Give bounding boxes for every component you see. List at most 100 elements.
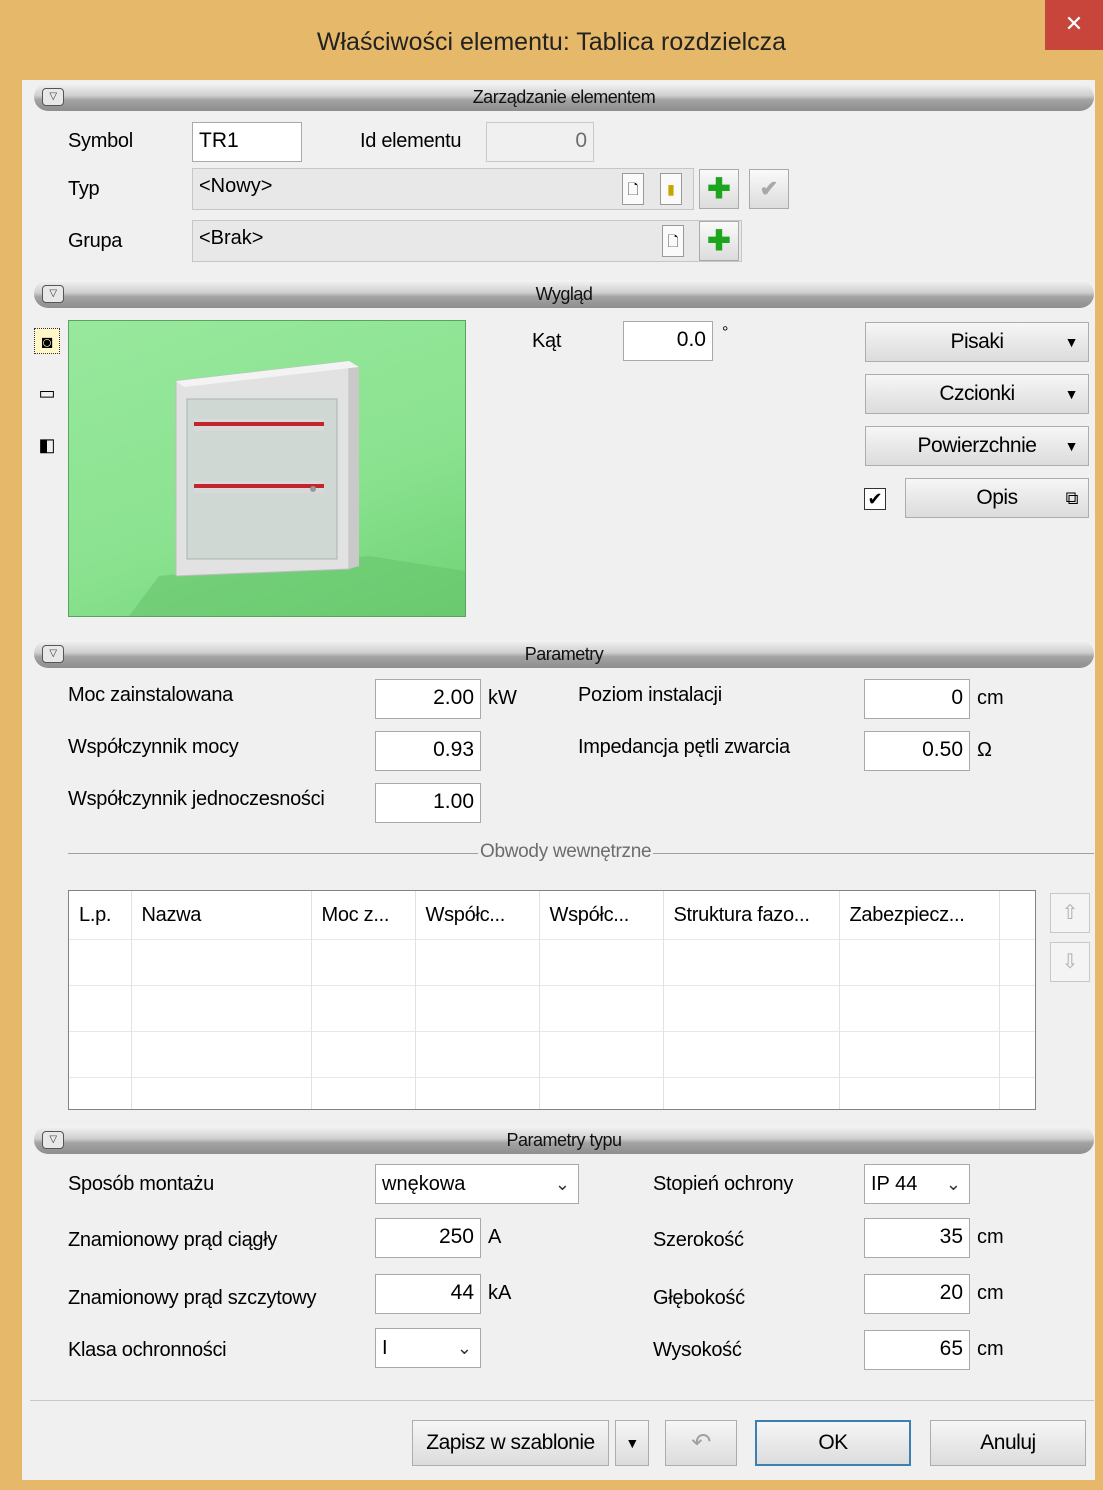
open-window-icon: ⧉ — [1065, 488, 1079, 508]
pens-label: Pisaki — [950, 330, 1004, 353]
kw-unit: kW — [488, 687, 517, 709]
column-header[interactable]: Moc z... — [311, 891, 416, 940]
close-button[interactable]: ✕ — [1045, 0, 1103, 50]
section-title: Parametry typu — [506, 1130, 622, 1150]
type-value: <Nowy> — [199, 175, 273, 197]
ok-button[interactable]: OK — [755, 1420, 911, 1466]
add-type-button[interactable]: ✚ — [699, 169, 739, 209]
pens-button[interactable]: Pisaki ▼ — [865, 322, 1089, 362]
ip-select[interactable]: IP 44 ⌄ — [864, 1164, 970, 1204]
column-header[interactable]: Zabezpiecz... — [839, 891, 1000, 940]
circuits-title: Obwody wewnętrzne — [478, 841, 654, 863]
section-header-type-parameters[interactable]: ▽ Parametry typu — [34, 1126, 1094, 1154]
fonts-label: Czcionki — [939, 382, 1015, 405]
plan-view-icon[interactable]: ▭ — [34, 380, 60, 406]
protection-class-label: Klasa ochronności — [68, 1339, 227, 1361]
simultaneity-input[interactable]: 1.00 — [375, 783, 481, 823]
camera-icon[interactable]: ◙ — [34, 328, 60, 354]
collapse-icon[interactable]: ▽ — [42, 1131, 64, 1149]
table-row[interactable] — [69, 939, 1035, 986]
width-input[interactable]: 35 — [864, 1218, 970, 1258]
id-input: 0 — [486, 122, 594, 162]
section-header-parameters[interactable]: ▽ Parametry — [34, 640, 1094, 668]
group-value: <Brak> — [199, 227, 264, 249]
mount-select[interactable]: wnękowa ⌄ — [375, 1164, 579, 1204]
rated-current-input[interactable]: 250 — [375, 1218, 481, 1258]
cancel-button[interactable]: Anuluj — [930, 1420, 1086, 1466]
document-icon[interactable]: 🗋 — [622, 173, 644, 205]
description-checkbox[interactable]: ✔ — [864, 488, 886, 510]
move-down-button[interactable]: ⇩ — [1050, 942, 1090, 982]
section-header-appearance[interactable]: ▽ Wygląd — [34, 280, 1094, 308]
cm-unit: cm — [977, 1226, 1004, 1248]
save-template-button[interactable]: Zapisz w szablonie — [412, 1420, 609, 1466]
section-title: Zarządzanie elementem — [472, 87, 656, 107]
surfaces-label: Powierzchnie — [917, 434, 1037, 457]
mount-label: Sposób montażu — [68, 1173, 214, 1195]
surfaces-button[interactable]: Powierzchnie ▼ — [865, 426, 1089, 466]
dropdown-arrow-icon: ▼ — [1064, 386, 1079, 402]
install-level-label: Poziom instalacji — [578, 684, 722, 706]
description-label: Opis — [976, 486, 1018, 509]
collapse-icon[interactable]: ▽ — [42, 645, 64, 663]
loop-impedance-label: Impedancja pętli zwarcia — [578, 736, 790, 758]
group-label: Grupa — [68, 230, 123, 252]
depth-label: Głębokość — [653, 1287, 745, 1309]
depth-input[interactable]: 20 — [864, 1274, 970, 1314]
protection-class-select[interactable]: I ⌄ — [375, 1328, 481, 1368]
ohm-unit: Ω — [977, 739, 992, 761]
type-combo[interactable]: <Nowy> — [192, 168, 694, 210]
element-preview-image — [68, 320, 466, 617]
dialog-client-area: ▽ Zarządzanie elementem Symbol TR1 Id el… — [22, 80, 1095, 1480]
degree-unit: ° — [722, 324, 729, 341]
type-label: Typ — [68, 178, 100, 200]
chevron-down-icon: ⌄ — [945, 1174, 961, 1194]
section-header-management[interactable]: ▽ Zarządzanie elementem — [34, 83, 1094, 111]
symbol-input[interactable]: TR1 — [192, 122, 302, 162]
table-row[interactable] — [69, 985, 1035, 1032]
installed-power-input[interactable]: 2.00 — [375, 679, 481, 719]
rated-current-label: Znamionowy prąd ciągły — [68, 1229, 278, 1251]
chevron-down-icon: ⌄ — [456, 1338, 472, 1358]
bookmark-icon[interactable]: ▮ — [660, 173, 682, 205]
confirm-icon[interactable]: ✔ — [749, 169, 789, 209]
save-template-dropdown-icon[interactable]: ▼ — [615, 1420, 649, 1466]
3d-box-icon[interactable]: ◧ — [34, 432, 60, 458]
height-label: Wysokość — [653, 1339, 742, 1361]
description-button[interactable]: Opis ⧉ — [905, 478, 1089, 518]
power-factor-input[interactable]: 0.93 — [375, 731, 481, 771]
peak-current-input[interactable]: 44 — [375, 1274, 481, 1314]
protection-class-value: I — [382, 1337, 388, 1359]
group-combo[interactable]: <Brak> — [192, 220, 742, 262]
document-icon[interactable]: 🗋 — [662, 225, 684, 257]
symbol-label: Symbol — [68, 130, 133, 152]
column-header[interactable]: Struktura fazo... — [663, 891, 840, 940]
simultaneity-label: Współczynnik jednoczesności — [68, 788, 325, 810]
add-group-button[interactable]: ✚ — [699, 221, 739, 261]
fonts-button[interactable]: Czcionki ▼ — [865, 374, 1089, 414]
footer-divider — [30, 1400, 1094, 1401]
ip-label: Stopień ochrony — [653, 1173, 794, 1195]
collapse-icon[interactable]: ▽ — [42, 285, 64, 303]
install-level-input[interactable]: 0 — [864, 679, 970, 719]
loop-impedance-input[interactable]: 0.50 — [864, 731, 970, 771]
width-label: Szerokość — [653, 1229, 744, 1251]
height-input[interactable]: 65 — [864, 1330, 970, 1370]
column-header[interactable]: Nazwa — [131, 891, 312, 940]
angle-label: Kąt — [532, 330, 562, 352]
move-up-button[interactable]: ⇧ — [1050, 893, 1090, 933]
internal-circuits-grid[interactable]: L.p. Nazwa Moc z... Współc... Współc... … — [68, 890, 1036, 1110]
collapse-icon[interactable]: ▽ — [42, 88, 64, 106]
cm-unit: cm — [977, 687, 1004, 709]
table-row[interactable] — [69, 1077, 1035, 1109]
installed-power-label: Moc zainstalowana — [68, 684, 233, 706]
undo-icon[interactable]: ↶ — [665, 1420, 737, 1466]
angle-input[interactable]: 0.0 — [623, 321, 713, 361]
dropdown-arrow-icon: ▼ — [1064, 438, 1079, 454]
section-title: Parametry — [524, 644, 604, 664]
column-header[interactable]: L.p. — [69, 891, 132, 940]
column-header[interactable]: Współc... — [415, 891, 540, 940]
table-row[interactable] — [69, 1031, 1035, 1078]
column-header[interactable]: Współc... — [539, 891, 664, 940]
ka-unit: kA — [488, 1282, 512, 1304]
